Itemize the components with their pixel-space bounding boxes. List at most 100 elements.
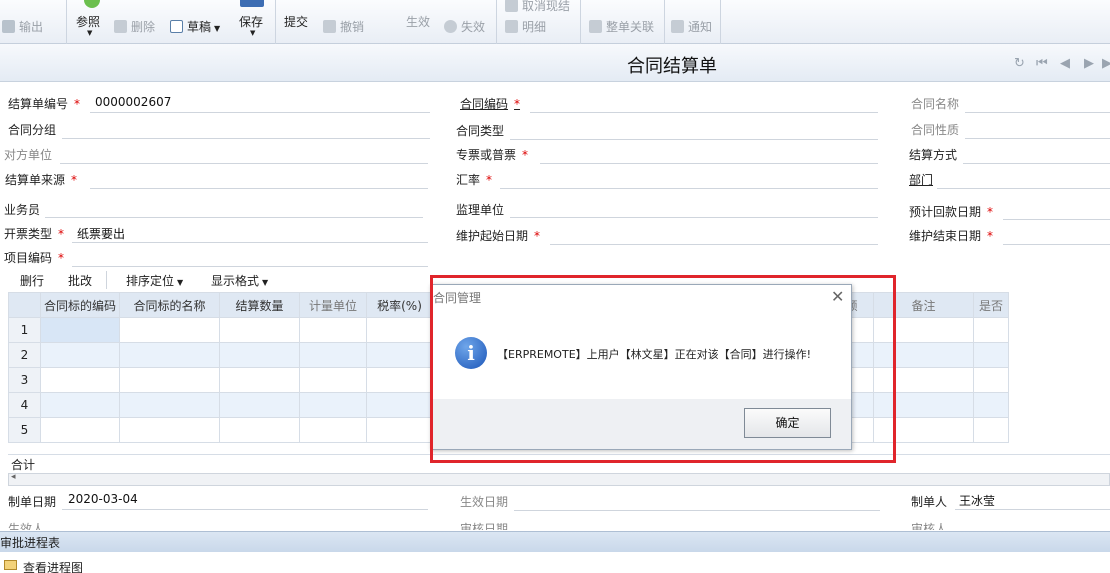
- invoice-type-field[interactable]: 纸票要出: [77, 225, 125, 242]
- delete-button[interactable]: 删除: [114, 18, 155, 36]
- first-record-icon[interactable]: ⏮: [1036, 56, 1048, 71]
- settle-source-field[interactable]: [90, 188, 428, 189]
- grid-cell[interactable]: [40, 317, 120, 343]
- settle-no-field[interactable]: 0000002607: [95, 95, 171, 109]
- effective-button[interactable]: 生效: [406, 13, 430, 31]
- delete-row-button[interactable]: 删行: [20, 272, 44, 289]
- invoice-kind-field[interactable]: [540, 163, 878, 164]
- approval-panel-header[interactable]: 审批进程表: [0, 531, 1110, 552]
- grid-cell[interactable]: [119, 342, 220, 368]
- grid-cell[interactable]: [119, 392, 220, 418]
- contract-code-field[interactable]: [530, 112, 878, 113]
- contract-nature-field[interactable]: [965, 138, 1110, 139]
- grid-cell[interactable]: [119, 367, 220, 393]
- export-button[interactable]: 输出: [2, 18, 43, 36]
- grid-cell[interactable]: [366, 317, 433, 343]
- draft-label: 草稿: [187, 20, 212, 34]
- grid-cell[interactable]: [973, 392, 1009, 418]
- revoke-button[interactable]: 撤销: [323, 18, 364, 36]
- contract-name-field[interactable]: [965, 112, 1110, 113]
- grid-header[interactable]: 计量单位: [299, 292, 367, 318]
- effective-date-field[interactable]: [514, 510, 880, 511]
- delete-icon: [114, 20, 127, 33]
- grid-cell[interactable]: [973, 367, 1009, 393]
- maint-start-field[interactable]: [550, 244, 878, 245]
- grid-cell[interactable]: [973, 342, 1009, 368]
- project-code-field[interactable]: [72, 266, 428, 267]
- grid-cell[interactable]: [40, 417, 120, 443]
- grid-header[interactable]: 合同标的名称: [119, 292, 220, 318]
- grid-header[interactable]: 结算数量: [219, 292, 300, 318]
- department-label[interactable]: 部门: [909, 171, 933, 188]
- grid-cell[interactable]: [219, 392, 300, 418]
- grid-cell[interactable]: [219, 317, 300, 343]
- last-record-icon[interactable]: ▶: [1102, 56, 1110, 71]
- counterparty-field[interactable]: [60, 163, 428, 164]
- grid-cell[interactable]: [299, 392, 367, 418]
- draft-button[interactable]: 草稿 ▼: [170, 18, 220, 36]
- grid-cell[interactable]: [299, 317, 367, 343]
- document-header: 合同结算单 ↻ ⏮ ◀ ▶ ▶: [0, 44, 1110, 82]
- row-number: 5: [8, 417, 41, 443]
- grid-cell[interactable]: [40, 392, 120, 418]
- notify-button[interactable]: 通知: [671, 18, 712, 36]
- settle-no-underline: [90, 112, 430, 113]
- grid-cell[interactable]: [219, 367, 300, 393]
- maint-end-field[interactable]: [1003, 244, 1110, 245]
- salesman-field[interactable]: [45, 217, 423, 218]
- grid-cell[interactable]: [366, 392, 433, 418]
- submit-button[interactable]: 提交: [284, 13, 308, 31]
- grid-header[interactable]: 税率(%): [366, 292, 433, 318]
- contract-type-label: 合同类型: [456, 124, 505, 138]
- grid-cell[interactable]: [366, 417, 433, 443]
- grid-header[interactable]: 合同标的编码: [40, 292, 120, 318]
- reference-caret-icon[interactable]: ▼: [87, 29, 92, 37]
- grid-header[interactable]: 是否: [973, 292, 1009, 318]
- grid-cell[interactable]: [40, 367, 120, 393]
- total-label: 合计: [11, 458, 36, 472]
- create-date-field[interactable]: 2020-03-04: [68, 492, 138, 506]
- creator-field[interactable]: 王冰莹: [959, 492, 995, 509]
- contract-code-label[interactable]: 合同编码 *: [460, 95, 520, 112]
- grid-cell[interactable]: [119, 417, 220, 443]
- grid-cell[interactable]: [299, 342, 367, 368]
- settle-method-field[interactable]: [963, 163, 1110, 164]
- sort-caret-icon: ▼: [177, 278, 184, 287]
- supervisor-field[interactable]: [510, 217, 878, 218]
- grid-cell[interactable]: [119, 317, 220, 343]
- contract-type-field[interactable]: [510, 139, 878, 140]
- grid-cell[interactable]: [973, 417, 1009, 443]
- contract-name-label: 合同名称: [911, 97, 960, 111]
- grid-cell[interactable]: [366, 367, 433, 393]
- invalid-button[interactable]: 失效: [444, 18, 485, 36]
- grid-cell[interactable]: [219, 417, 300, 443]
- batch-edit-button[interactable]: 批改: [68, 272, 92, 289]
- grid-cell[interactable]: [40, 342, 120, 368]
- toolbar-divider: [496, 0, 497, 44]
- whole-link-label: 整单关联: [606, 20, 655, 34]
- display-format-button[interactable]: 显示格式 ▼: [211, 272, 268, 289]
- next-record-icon[interactable]: ▶: [1084, 56, 1094, 71]
- exchange-rate-field[interactable]: [500, 188, 878, 189]
- row-number: 2: [8, 342, 41, 368]
- whole-link-button[interactable]: 整单关联: [589, 18, 654, 36]
- save-caret-icon[interactable]: ▼: [250, 29, 255, 37]
- refresh-icon[interactable]: ↻: [1014, 56, 1025, 71]
- prev-record-icon[interactable]: ◀: [1060, 56, 1070, 71]
- grid-cell[interactable]: [219, 342, 300, 368]
- grid-cell[interactable]: [299, 417, 367, 443]
- expected-return-field[interactable]: [1003, 219, 1110, 220]
- scroll-left-icon[interactable]: ◂: [11, 472, 16, 482]
- effective-date-label: 生效日期: [460, 495, 509, 509]
- cancel-settle-button[interactable]: 取消现结: [505, 0, 570, 15]
- contract-group-field[interactable]: [62, 138, 430, 139]
- grid-cell[interactable]: [366, 342, 433, 368]
- grid-horizontal-scrollbar[interactable]: ◂: [8, 472, 1110, 486]
- required-mark: *: [534, 229, 541, 243]
- grid-cell[interactable]: [973, 317, 1009, 343]
- expected-return-text: 预计回款日期: [909, 205, 982, 219]
- sort-locate-button[interactable]: 排序定位 ▼: [126, 272, 183, 289]
- grid-cell[interactable]: [299, 367, 367, 393]
- department-field[interactable]: [937, 188, 1110, 189]
- detail-button[interactable]: 明细: [505, 18, 546, 36]
